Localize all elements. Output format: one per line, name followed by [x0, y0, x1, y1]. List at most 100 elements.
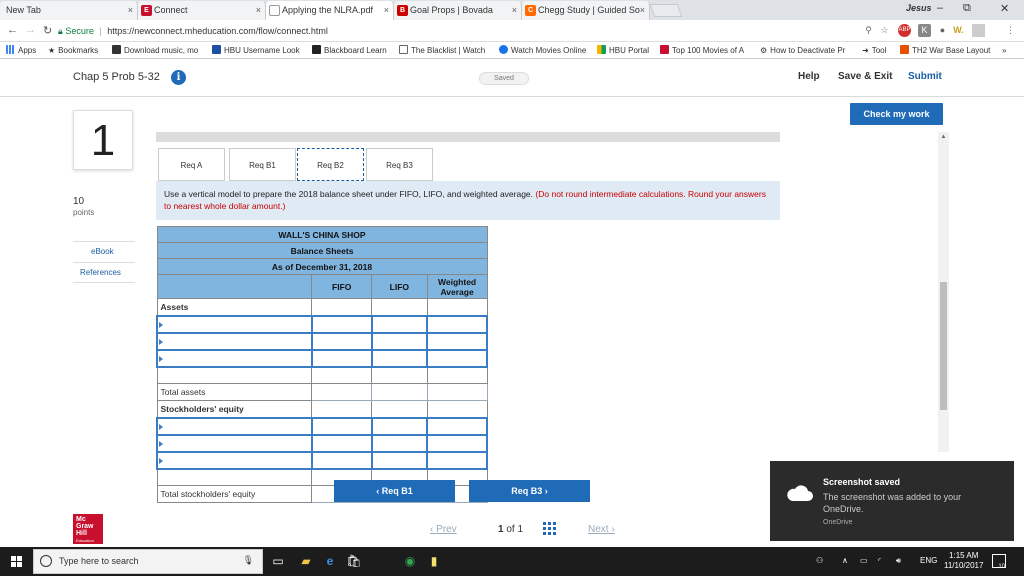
- bookmark-hbu-username[interactable]: HBU Username Look: [212, 44, 300, 57]
- tab-req-b3[interactable]: Req B3: [366, 148, 433, 181]
- equity-description-input[interactable]: [156, 450, 313, 470]
- bookmark-th2-war[interactable]: TH2 War Base Layout: [900, 44, 990, 57]
- battery-icon[interactable]: ▭: [860, 556, 868, 565]
- content-scrollbar[interactable]: ▲: [938, 132, 949, 452]
- prev-page-link[interactable]: ‹ Prev: [430, 524, 457, 535]
- lifo-amount-input[interactable]: [370, 331, 429, 351]
- asset-description-input[interactable]: [156, 314, 313, 334]
- references-link[interactable]: References: [80, 268, 121, 277]
- chevron-up-icon[interactable]: ∧: [842, 556, 848, 565]
- lifo-amount-input[interactable]: [370, 348, 429, 368]
- save-exit-button[interactable]: Save & Exit: [838, 71, 892, 82]
- reload-icon[interactable]: ↻: [43, 24, 52, 37]
- forward-arrow-icon[interactable]: →: [25, 24, 36, 36]
- next-req-button[interactable]: Req B3 ›: [469, 480, 590, 502]
- sticky-notes-icon[interactable]: ▮: [426, 553, 442, 569]
- extension-abp-icon[interactable]: ABP: [898, 24, 911, 37]
- close-icon[interactable]: ×: [384, 1, 389, 20]
- taskbar-search-input[interactable]: Type here to search 🎙︎: [33, 549, 263, 574]
- extension-square-icon[interactable]: [972, 24, 985, 37]
- prev-req-button[interactable]: ‹ Req B1: [334, 480, 455, 502]
- screenshot-toast[interactable]: Screenshot saved The screenshot was adde…: [770, 461, 1014, 541]
- action-center-icon[interactable]: 10: [992, 554, 1006, 570]
- lifo-amount-input[interactable]: [370, 450, 429, 470]
- close-icon[interactable]: ×: [256, 1, 261, 20]
- people-icon[interactable]: ⚇: [816, 556, 823, 565]
- bookmark-watch-movies[interactable]: Watch Movies Online: [499, 44, 586, 57]
- equity-description-input[interactable]: [156, 416, 313, 436]
- check-my-work-button[interactable]: Check my work: [850, 103, 943, 125]
- fifo-amount-input[interactable]: [310, 331, 373, 351]
- bookmark-how-to-deactivate[interactable]: ⚙︎ How to Deactivate Pr: [760, 44, 845, 57]
- lifo-amount-input[interactable]: [370, 416, 429, 436]
- new-tab-button[interactable]: [649, 4, 683, 17]
- windows-start-icon[interactable]: [11, 556, 22, 567]
- store-icon[interactable]: 🛍︎: [346, 553, 362, 569]
- browser-tab-chegg[interactable]: C Chegg Study | Guided So ×: [522, 1, 650, 20]
- bookmark-blacklist[interactable]: The Blacklist | Watch: [399, 44, 485, 57]
- ebook-link[interactable]: eBook: [91, 247, 114, 256]
- kebab-menu-icon[interactable]: ⋮: [1004, 24, 1017, 37]
- info-icon[interactable]: i: [171, 70, 186, 85]
- extension-circle-icon[interactable]: ●: [936, 24, 949, 37]
- fifo-total-assets-input[interactable]: [311, 383, 372, 401]
- browser-tab-connect[interactable]: E Connect ×: [138, 1, 266, 20]
- scroll-thumb[interactable]: [940, 282, 947, 410]
- bookmark-tool[interactable]: ➜ Tool: [862, 44, 886, 57]
- lifo-total-assets-input[interactable]: [371, 383, 428, 401]
- extension-w-icon[interactable]: W.: [952, 24, 965, 37]
- task-view-icon[interactable]: ▭: [270, 553, 286, 569]
- browser-tab-pdf[interactable]: Applying the NLRA.pdf ×: [266, 1, 394, 20]
- wifi-icon[interactable]: ◜: [878, 556, 881, 565]
- next-page-link[interactable]: Next ›: [588, 524, 615, 535]
- volume-icon[interactable]: 🔊︎: [896, 556, 901, 566]
- close-icon[interactable]: ×: [512, 1, 517, 20]
- tab-req-b2[interactable]: Req B2: [297, 148, 364, 181]
- tab-req-b1[interactable]: Req B1: [229, 148, 296, 181]
- system-clock[interactable]: 1:15 AM 11/10/2017: [944, 551, 983, 571]
- weighted-average-amount-input[interactable]: [426, 314, 488, 334]
- fifo-amount-input[interactable]: [310, 348, 373, 368]
- star-icon[interactable]: ☆: [878, 24, 891, 37]
- chrome-icon[interactable]: ◉: [402, 553, 418, 569]
- close-icon[interactable]: ×: [128, 1, 133, 20]
- weighted-average-amount-input[interactable]: [426, 416, 488, 436]
- equity-description-input[interactable]: [156, 433, 313, 453]
- scroll-up-arrow-icon[interactable]: ▲: [938, 134, 949, 140]
- weighted-total-assets-input[interactable]: [426, 383, 488, 401]
- microphone-icon[interactable]: 🎙︎: [243, 555, 254, 566]
- submit-button[interactable]: Submit: [908, 71, 942, 82]
- bookmark-apps[interactable]: Apps: [6, 44, 36, 57]
- language-indicator[interactable]: ENG: [920, 556, 937, 565]
- bookmark-download-music[interactable]: Download music, mo: [112, 44, 198, 57]
- weighted-average-amount-input[interactable]: [426, 331, 488, 351]
- lifo-amount-input[interactable]: [370, 433, 429, 453]
- profile-name[interactable]: Jesus: [906, 3, 932, 13]
- question-grid-icon[interactable]: [543, 522, 556, 535]
- fifo-amount-input[interactable]: [310, 433, 373, 453]
- weighted-average-amount-input[interactable]: [426, 450, 488, 470]
- zoom-icon[interactable]: ⚲: [862, 24, 875, 37]
- lifo-amount-input[interactable]: [370, 314, 429, 334]
- restore-icon[interactable]: ⧉: [963, 2, 971, 15]
- fifo-amount-input[interactable]: [310, 416, 373, 436]
- bookmarks-overflow-icon[interactable]: »: [1002, 44, 1006, 57]
- bookmark-top-100[interactable]: Top 100 Movies of A: [660, 44, 744, 57]
- asset-description-input[interactable]: [156, 348, 313, 368]
- extension-k-icon[interactable]: K: [918, 24, 931, 37]
- fifo-amount-input[interactable]: [310, 314, 373, 334]
- minimize-icon[interactable]: –: [937, 2, 943, 14]
- close-icon[interactable]: ×: [640, 1, 645, 20]
- browser-tab-new-tab[interactable]: New Tab ×: [0, 1, 138, 20]
- bookmark-hbu-portal[interactable]: HBU Portal: [597, 44, 649, 57]
- close-window-icon[interactable]: ✕: [1000, 2, 1009, 15]
- file-explorer-icon[interactable]: ▰: [298, 553, 314, 569]
- tab-req-a[interactable]: Req A: [158, 148, 225, 181]
- bookmark-blackboard[interactable]: Blackboard Learn: [312, 44, 387, 57]
- edge-icon[interactable]: e: [322, 553, 338, 569]
- weighted-average-amount-input[interactable]: [426, 348, 488, 368]
- bookmark-bookmarks[interactable]: ★ Bookmarks: [48, 44, 98, 57]
- help-link[interactable]: Help: [798, 71, 820, 82]
- weighted-average-amount-input[interactable]: [426, 433, 488, 453]
- browser-tab-bovada[interactable]: B Goal Props | Bovada ×: [394, 1, 522, 20]
